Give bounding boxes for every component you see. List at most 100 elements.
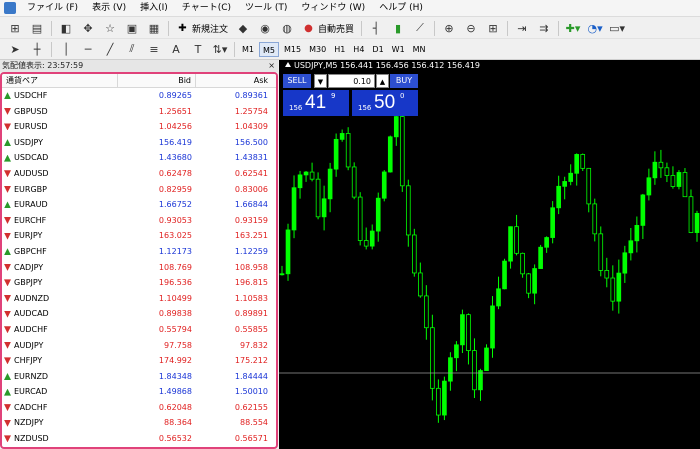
lot-decrease-button[interactable]: ▼ [314,74,327,88]
market-watch-row[interactable]: EURAUD 1.66752 1.66844 [2,197,276,213]
market-watch-row[interactable]: NZDUSD 0.56532 0.56571 [2,431,276,447]
market-watch-row[interactable]: AUDCHF 0.55794 0.55855 [2,322,276,338]
column-header-symbol[interactable]: 通貨ペア [2,74,118,87]
market-watch-row[interactable]: CHFJPY 174.992 175.212 [2,353,276,369]
menu-item[interactable]: 表示 (V) [85,0,133,17]
candle-body [592,203,598,235]
bar-chart-icon[interactable]: ┤ [367,20,385,37]
market-watch-row[interactable]: GBPUSD 1.25651 1.25754 [2,104,276,120]
navigator-icon[interactable]: ✥ [79,20,97,37]
candle-body [484,347,489,371]
timeframe-h4-button[interactable]: H4 [350,42,367,57]
text-label-icon[interactable]: T [189,41,207,58]
buy-button[interactable]: BUY [390,74,418,88]
symbol-name: EURCAD [14,387,48,397]
symbol-name: CHFJPY [14,356,43,366]
sell-button[interactable]: SELL [283,74,311,88]
market-watch-row[interactable]: AUDNZD 1.10499 1.10583 [2,291,276,307]
meta-editor-icon[interactable]: ◆ [234,20,252,37]
market-watch-row[interactable]: EURUSD 1.04256 1.04309 [2,119,276,135]
auto-trading-button[interactable]: ● 自動売買 [298,20,358,37]
column-header-bid[interactable]: Bid [118,74,196,87]
market-watch-row[interactable]: USDJPY 156.419 156.500 [2,135,276,151]
periods-icon[interactable]: ◔▾ [586,20,604,37]
market-watch-row[interactable]: AUDUSD 0.62478 0.62541 [2,166,276,182]
market-watch-row[interactable]: EURCHF 0.93053 0.93159 [2,213,276,229]
terminal-icon[interactable]: ▦ [145,20,163,37]
market-watch-row[interactable]: GBPJPY 196.536 196.815 [2,275,276,291]
timeframe-m1-button[interactable]: M1 [239,42,257,57]
market-watch-row[interactable]: CADJPY 108.769 108.958 [2,260,276,276]
market-watch-row[interactable]: AUDJPY 97.758 97.832 [2,338,276,354]
ask-cell: 108.958 [234,262,268,272]
candle-body [460,314,465,346]
price-chart[interactable] [279,60,700,449]
timeframe-w1-button[interactable]: W1 [389,42,408,57]
timeframe-m30-button[interactable]: M30 [306,42,329,57]
menu-item[interactable]: ツール (T) [238,0,294,17]
market-watch-row[interactable]: EURNZD 1.84348 1.84444 [2,369,276,385]
sell-price[interactable]: 156 41 9 [283,90,349,116]
horizontal-line-icon[interactable]: ─ [79,41,97,58]
timeframes-group: M1 M5 M15 M30 H1 H4 D1 W1 MN [238,41,430,57]
auto-scroll-icon[interactable]: ⇉ [535,20,553,37]
text-tool-icon[interactable]: A [167,41,185,58]
candlestick-icon[interactable]: ▮ [389,20,407,37]
bid-cell: 1.10499 [158,293,192,303]
chart-window[interactable]: USDJPY,M5 156.441 156.456 156.412 156.41… [279,60,700,449]
candle-body [442,380,447,416]
menu-items: ファイル (F) 表示 (V) 挿入(I) チャート(C) ツール (T) ウィンドウ (… [20,0,430,17]
signals-icon[interactable]: ◉ [256,20,274,37]
market-watch-row[interactable]: EURCAD 1.49868 1.50010 [2,384,276,400]
new-order-button[interactable]: ✚ 新規注文 [172,20,232,37]
new-chart-icon[interactable]: ⊞ [6,20,24,37]
menu-item[interactable]: ファイル (F) [20,0,85,17]
candle-body [430,327,435,389]
indicators-icon[interactable]: ✚▾ [564,20,582,37]
timeframe-m5-button[interactable]: M5 [259,41,279,57]
arrows-icon[interactable]: ⇅▾ [211,41,229,58]
ask-cell: 1.12259 [234,246,268,256]
standard-toolbar: ⊞ ▤ ◧ ✥ ☆ ▣ ▦ ✚ 新規注文 ◆ ◉ ◍ ● 自動売買 ┤ ▮ ⟋ … [0,18,700,39]
trend-line-icon[interactable]: ╱ [101,41,119,58]
crosshair-icon[interactable]: ┼ [28,41,46,58]
market-watch-row[interactable]: GBPCHF 1.12173 1.12259 [2,244,276,260]
column-header-ask[interactable]: Ask [196,74,274,87]
cursor-icon[interactable]: ➤ [6,41,24,58]
candle-body [604,270,610,279]
menu-item[interactable]: ウィンドウ (W) [294,0,372,17]
zoom-out-icon[interactable]: ⊖ [462,20,480,37]
market-watch-row[interactable]: AUDCAD 0.89838 0.89891 [2,306,276,322]
market-icon[interactable]: ◍ [278,20,296,37]
line-chart-icon[interactable]: ⟋ [411,20,429,37]
market-watch-row[interactable]: CADCHF 0.62048 0.62155 [2,400,276,416]
equidistant-channel-icon[interactable]: ⫽ [123,41,141,58]
market-watch-row[interactable]: NZDJPY 88.364 88.554 [2,415,276,431]
timeframe-d1-button[interactable]: D1 [369,42,386,57]
templates-icon[interactable]: ▭▾ [608,20,626,37]
data-window-icon[interactable]: ▣ [123,20,141,37]
favorites-icon[interactable]: ☆ [101,20,119,37]
tile-windows-icon[interactable]: ⊞ [484,20,502,37]
timeframe-h1-button[interactable]: H1 [331,42,348,57]
menu-item[interactable]: ヘルプ (H) [372,0,430,17]
menu-item[interactable]: チャート(C) [175,0,238,17]
lot-increase-button[interactable]: ▲ [376,74,389,88]
candle-body [688,196,694,233]
vertical-line-icon[interactable]: │ [57,41,75,58]
fibonacci-icon[interactable]: ≡ [145,41,163,58]
market-watch-row[interactable]: EURJPY 163.025 163.251 [2,228,276,244]
chart-shift-icon[interactable]: ⇥ [513,20,531,37]
market-watch-row[interactable]: USDCAD 1.43680 1.43831 [2,150,276,166]
market-watch-row[interactable]: EURGBP 0.82959 0.83006 [2,182,276,198]
close-icon[interactable]: × [268,60,275,72]
timeframe-m15-button[interactable]: M15 [281,42,304,57]
market-watch-row[interactable]: USDCHF 0.89265 0.89361 [2,88,276,104]
profiles-icon[interactable]: ▤ [28,20,46,37]
menu-item[interactable]: 挿入(I) [133,0,175,17]
lot-size-field[interactable]: 0.10 [328,74,375,88]
buy-price[interactable]: 156 50 0 [352,90,418,116]
zoom-in-icon[interactable]: ⊕ [440,20,458,37]
timeframe-mn-button[interactable]: MN [410,42,429,57]
market-watch-icon[interactable]: ◧ [57,20,75,37]
